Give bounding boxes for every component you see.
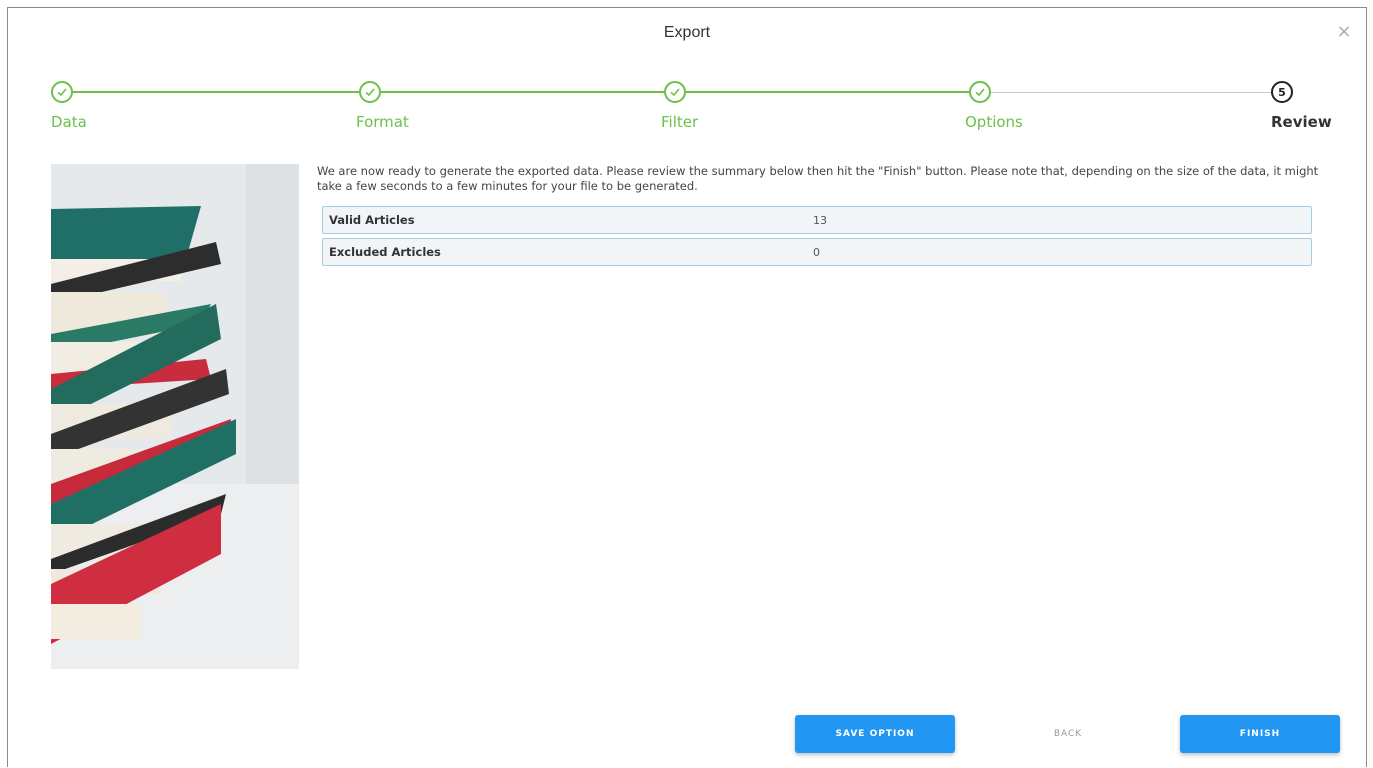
step-label-review: Review <box>1271 113 1332 131</box>
summary-row: Valid Articles 13 <box>322 206 1312 234</box>
summary-value: 0 <box>813 245 820 259</box>
step-connector <box>381 91 664 93</box>
step-label-format[interactable]: Format <box>356 113 409 131</box>
review-intro-text: We are now ready to generate the exporte… <box>317 164 1319 193</box>
book-stack-image <box>51 164 299 669</box>
summary-table: Valid Articles 13 Excluded Articles 0 <box>322 206 1312 270</box>
export-dialog: Export × 5 Data Format Filter Options Re… <box>7 7 1367 767</box>
wizard-stepper: 5 Data Format Filter Options Review <box>8 8 1368 148</box>
step-label-options[interactable]: Options <box>965 113 1023 131</box>
step-connector <box>991 92 1271 93</box>
step-connector <box>686 91 969 93</box>
step-connector <box>72 91 359 93</box>
back-button[interactable]: BACK <box>1008 715 1128 753</box>
step-label-filter[interactable]: Filter <box>661 113 698 131</box>
step-options-checkmark-icon[interactable] <box>969 81 991 103</box>
step-format-checkmark-icon[interactable] <box>359 81 381 103</box>
save-option-button[interactable]: SAVE OPTION <box>795 715 955 753</box>
step-data-checkmark-icon[interactable] <box>51 81 73 103</box>
step-review-number: 5 <box>1271 81 1293 103</box>
summary-label: Excluded Articles <box>329 245 441 259</box>
summary-row: Excluded Articles 0 <box>322 238 1312 266</box>
step-filter-checkmark-icon[interactable] <box>664 81 686 103</box>
summary-label: Valid Articles <box>329 213 415 227</box>
step-label-data[interactable]: Data <box>51 113 87 131</box>
finish-button[interactable]: FINISH <box>1180 715 1340 753</box>
summary-value: 13 <box>813 213 827 227</box>
